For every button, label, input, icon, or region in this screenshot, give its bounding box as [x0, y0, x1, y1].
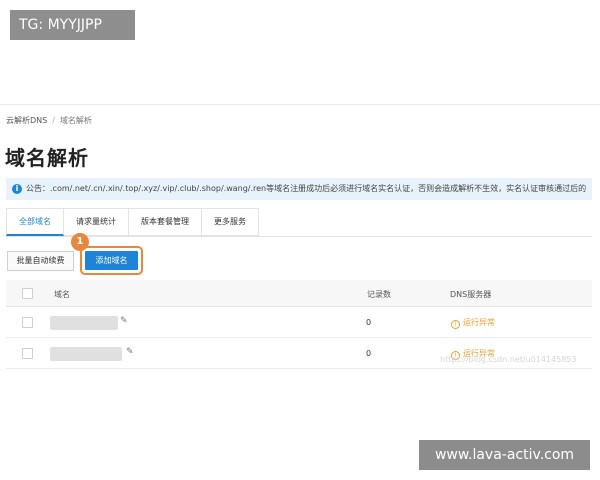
info-icon: i — [12, 184, 22, 194]
dns-status-text: 运行异常 — [463, 318, 495, 327]
notice-banner: i 公告：.com/.net/.cn/.xin/.top/.xyz/.vip/.… — [6, 178, 592, 200]
record-count: 0 — [366, 318, 372, 327]
breadcrumb-current: 域名解析 — [59, 116, 92, 125]
dns-status: ! 运行异常 — [451, 317, 495, 329]
tab-request-stats[interactable]: 请求量统计 — [64, 208, 129, 236]
add-domain-button[interactable]: 添加域名 — [85, 251, 138, 270]
row-checkbox[interactable] — [22, 348, 33, 359]
redacted-domain — [50, 347, 122, 361]
page-title: 域名解析 — [5, 146, 89, 170]
column-dns: DNS服务器 — [450, 290, 492, 299]
column-domain: 域名 — [54, 290, 70, 299]
column-records: 记录数 — [367, 290, 391, 299]
edit-icon[interactable]: ✎ — [120, 316, 130, 326]
table-header: 域名 记录数 DNS服务器 — [6, 280, 592, 307]
breadcrumb-root[interactable]: 云解析DNS — [6, 116, 47, 125]
select-all-checkbox[interactable] — [22, 288, 33, 299]
record-count: 0 — [366, 349, 372, 358]
faint-watermark: https://blog.csdn.net/u014145853 — [440, 355, 577, 364]
watermark-top: TG: MYYJJPP — [10, 10, 135, 40]
tab-bar: 全部域名 请求量统计 版本套餐管理 更多服务 — [6, 208, 259, 236]
redacted-domain — [50, 316, 118, 330]
tab-more-services[interactable]: 更多服务 — [202, 208, 259, 236]
tab-all-domains[interactable]: 全部域名 — [6, 208, 64, 236]
table-row: ✎ 0 ! 运行异常 — [6, 338, 592, 369]
watermark-bottom: www.lava-activ.com — [419, 440, 590, 470]
tab-divider — [6, 236, 592, 237]
step-badge: 1 — [71, 233, 89, 251]
tab-plan-management[interactable]: 版本套餐管理 — [129, 208, 202, 236]
breadcrumb: 云解析DNS / 域名解析 — [6, 115, 92, 126]
edit-icon[interactable]: ✎ — [126, 347, 136, 357]
warning-icon: ! — [451, 320, 460, 329]
top-divider — [0, 104, 600, 105]
row-checkbox[interactable] — [22, 317, 33, 328]
table-row: ✎ 0 ! 运行异常 — [6, 307, 592, 338]
notice-text: 公告：.com/.net/.cn/.xin/.top/.xyz/.vip/.cl… — [26, 184, 587, 193]
batch-auto-renew-button[interactable]: 批量自动续费 — [7, 251, 74, 271]
add-domain-highlight: 添加域名 — [80, 246, 143, 275]
breadcrumb-separator: / — [52, 116, 55, 125]
